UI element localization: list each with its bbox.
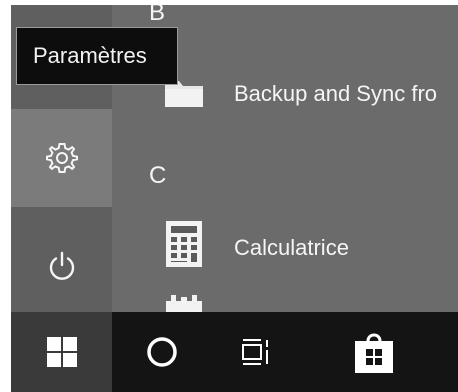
power-icon	[49, 251, 74, 280]
cortana-button[interactable]	[117, 312, 207, 392]
task-view-icon	[242, 339, 268, 365]
store-bag-icon	[355, 333, 393, 373]
calculator-icon	[163, 219, 205, 274]
settings-tooltip: Paramètres	[16, 27, 178, 85]
store-button[interactable]	[329, 312, 419, 392]
power-button[interactable]	[11, 221, 112, 311]
tooltip-text: Paramètres	[33, 43, 147, 68]
start-button[interactable]	[11, 312, 112, 392]
section-letter-b[interactable]: B	[149, 5, 165, 27]
cortana-circle-icon	[147, 337, 177, 367]
section-letter-c[interactable]: C	[149, 162, 166, 190]
gear-icon	[45, 143, 78, 173]
task-view-button[interactable]	[211, 312, 301, 392]
taskbar	[11, 312, 458, 392]
app-item-calculatrice[interactable]: Calculatrice	[234, 235, 349, 261]
settings-button[interactable]	[11, 109, 112, 207]
windows-logo-icon	[46, 337, 77, 367]
start-menu: B Backup and Sync fro C Calculatrice Par…	[11, 5, 458, 392]
app-item-backup-sync[interactable]: Backup and Sync fro	[234, 81, 437, 107]
